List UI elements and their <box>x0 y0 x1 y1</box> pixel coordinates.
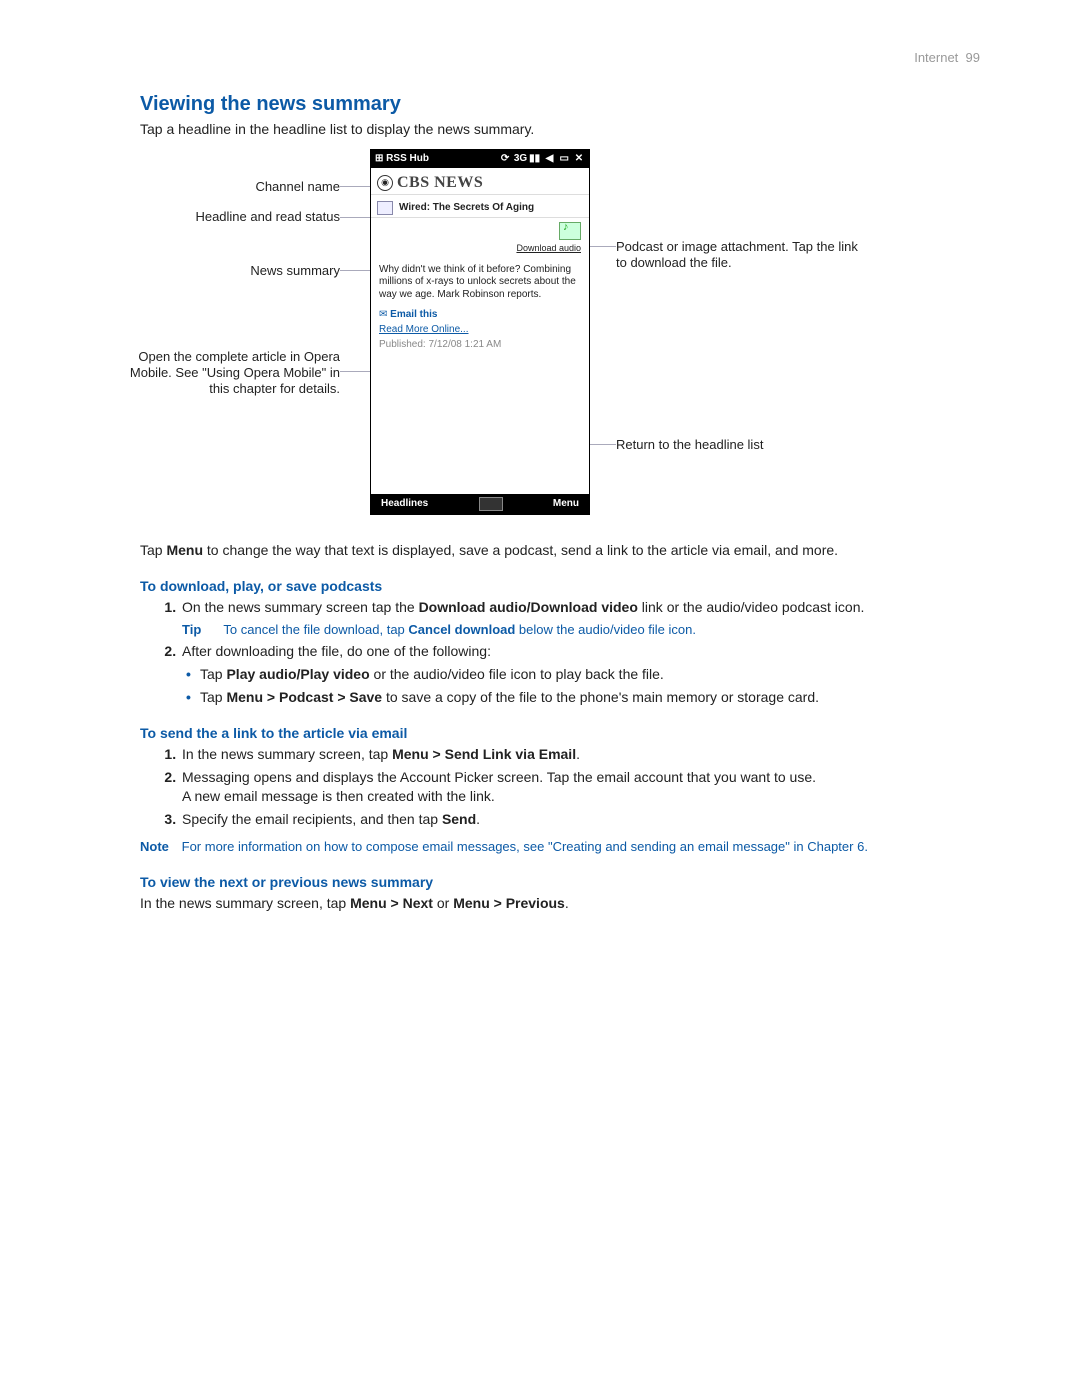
page-header: Internet 99 <box>140 50 980 65</box>
headlines-button[interactable]: Headlines <box>381 494 428 514</box>
tip-row: Tip To cancel the file download, tap Can… <box>182 621 980 639</box>
callout-readmore: Open the complete article in Opera Mobil… <box>120 349 340 398</box>
signal-icon: ▮▮ <box>529 150 541 168</box>
callout-headline: Headline and read status <box>140 209 340 225</box>
note-row: Note For more information on how to comp… <box>140 838 980 856</box>
sub-heading-nextprev: To view the next or previous news summar… <box>140 874 980 890</box>
nextprev-text: In the news summary screen, tap Menu > N… <box>140 894 980 913</box>
header-section: Internet <box>914 50 958 65</box>
callout-channel: Channel name <box>140 179 340 195</box>
bullet-play: Tap Play audio/Play video or the audio/v… <box>200 665 980 684</box>
status-icons: ⟳ 3G ▮▮ ◀ ▭ ✕ <box>499 150 585 168</box>
phone-topbar: ⊞ RSS Hub ⟳ 3G ▮▮ ◀ ▭ ✕ <box>371 150 589 168</box>
phone-mock: ⊞ RSS Hub ⟳ 3G ▮▮ ◀ ▭ ✕ ◉ CBS NEWS Wired <box>370 149 590 515</box>
email-this-link[interactable]: Email this <box>371 305 589 324</box>
3g-icon: 3G <box>514 150 526 168</box>
published-text: Published: 7/12/08 1:21 AM <box>371 339 589 356</box>
article-icon <box>377 201 393 215</box>
channel-name: CBS NEWS <box>397 174 483 192</box>
headline-row: Wired: The Secrets Of Aging <box>371 194 589 217</box>
figure: Channel name Headline and read status Ne… <box>140 149 980 529</box>
header-page: 99 <box>966 50 980 65</box>
callout-return: Return to the headline list <box>616 437 766 453</box>
speaker-icon: ◀ <box>543 150 555 168</box>
channel-row: ◉ CBS NEWS <box>371 168 589 194</box>
cbs-eye-icon: ◉ <box>377 175 393 191</box>
read-more-link[interactable]: Read More Online... <box>371 324 589 339</box>
intro-text: Tap a headline in the headline list to d… <box>140 120 980 139</box>
email-step-1: In the news summary screen, tap Menu > S… <box>180 745 980 764</box>
battery-icon: ▭ <box>558 150 570 168</box>
summary-text: Why didn't we think of it before? Combin… <box>371 256 589 306</box>
download-box: Download audio <box>371 217 589 256</box>
download-audio-link[interactable]: Download audio <box>516 243 581 253</box>
steps-podcasts: On the news summary screen tap the Downl… <box>140 598 980 707</box>
steps-email: In the news summary screen, tap Menu > S… <box>140 745 980 829</box>
callout-summary: News summary <box>140 263 340 279</box>
bullet-save: Tap Menu > Podcast > Save to save a copy… <box>200 688 980 707</box>
close-icon: ✕ <box>573 150 585 168</box>
headline-text: Wired: The Secrets Of Aging <box>399 202 534 213</box>
topbar-title: RSS Hub <box>386 153 429 164</box>
menu-button[interactable]: Menu <box>553 494 579 514</box>
podcast-icon[interactable] <box>559 222 581 240</box>
sub-heading-email: To send the a link to the article via em… <box>140 725 980 741</box>
section-heading: Viewing the news summary <box>140 93 980 116</box>
callout-podcast: Podcast or image attachment. Tap the lin… <box>616 239 866 272</box>
para-after-figure: Tap Menu to change the way that text is … <box>140 541 980 560</box>
step-2: After downloading the file, do one of th… <box>180 642 980 707</box>
email-step-2: Messaging opens and displays the Account… <box>180 768 980 806</box>
sub-heading-podcasts: To download, play, or save podcasts <box>140 578 980 594</box>
phone-bottombar: Headlines Menu <box>371 494 589 514</box>
email-step-3: Specify the email recipients, and then t… <box>180 810 980 829</box>
windows-flag-icon: ⊞ <box>375 153 383 164</box>
keyboard-icon[interactable] <box>479 497 503 511</box>
sync-icon: ⟳ <box>499 150 511 168</box>
step-1: On the news summary screen tap the Downl… <box>180 598 980 638</box>
